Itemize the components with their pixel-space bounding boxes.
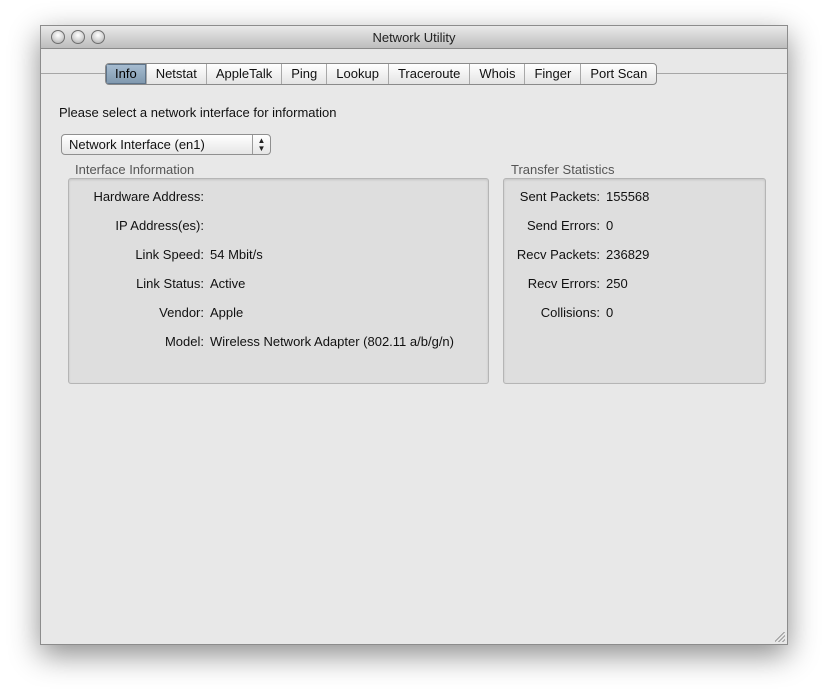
- recv-errors-label: Recv Errors:: [527, 276, 600, 291]
- resize-grip-icon[interactable]: [775, 632, 785, 642]
- sent-packets-value: 155568: [606, 189, 650, 204]
- send-errors-label: Send Errors:: [527, 218, 600, 233]
- transfer-stats-title: Transfer Statistics: [511, 162, 615, 177]
- network-utility-window: Network Utility Info Netstat AppleTalk P…: [40, 25, 788, 645]
- vendor-label: Vendor:: [159, 305, 204, 320]
- interface-info-box: Hardware Address: IP Address(es): Link S…: [68, 178, 489, 384]
- link-status-label: Link Status:: [136, 276, 204, 291]
- sent-packets-label: Sent Packets:: [519, 189, 600, 204]
- link-status-value: Active: [210, 276, 246, 291]
- tab-netstat[interactable]: Netstat: [147, 64, 207, 84]
- tab-finger[interactable]: Finger: [525, 64, 582, 84]
- interface-prompt: Please select a network interface for in…: [59, 105, 337, 120]
- transfer-stats-box: Sent Packets: 155568 Send Errors: 0 Recv…: [503, 178, 766, 384]
- collisions-label: Collisions:: [540, 305, 600, 320]
- interface-select[interactable]: Network Interface (en1) ▲ ▼: [61, 134, 271, 155]
- collisions-value: 0: [606, 305, 614, 320]
- model-value: Wireless Network Adapter (802.11 a/b/g/n…: [210, 334, 454, 349]
- tab-port-scan[interactable]: Port Scan: [581, 64, 656, 84]
- tab-whois[interactable]: Whois: [470, 64, 526, 84]
- recv-packets-value: 236829: [606, 247, 650, 262]
- tab-appletalk[interactable]: AppleTalk: [207, 64, 283, 84]
- ip-addresses-label: IP Address(es):: [115, 218, 204, 233]
- vendor-value: Apple: [210, 305, 244, 320]
- link-speed-label: Link Speed:: [135, 247, 204, 262]
- recv-errors-value: 250: [606, 276, 628, 291]
- title-bar[interactable]: Network Utility: [41, 26, 787, 49]
- tab-info[interactable]: Info: [106, 64, 147, 84]
- tab-lookup[interactable]: Lookup: [327, 64, 389, 84]
- window-title: Network Utility: [372, 30, 456, 45]
- recv-packets-label: Recv Packets:: [516, 247, 600, 262]
- interface-info-title: Interface Information: [75, 162, 195, 177]
- hardware-address-label: Hardware Address:: [93, 189, 204, 204]
- tab-traceroute[interactable]: Traceroute: [389, 64, 471, 84]
- tab-ping[interactable]: Ping: [282, 64, 328, 84]
- interface-select-value: Network Interface (en1): [69, 137, 205, 152]
- updown-arrows-icon: ▲ ▼: [252, 135, 270, 154]
- link-speed-value: 54 Mbit/s: [210, 247, 263, 262]
- send-errors-value: 0: [606, 218, 614, 233]
- model-label: Model:: [164, 334, 204, 349]
- tab-bar: Info Netstat AppleTalk Ping Lookup Trace…: [105, 63, 658, 85]
